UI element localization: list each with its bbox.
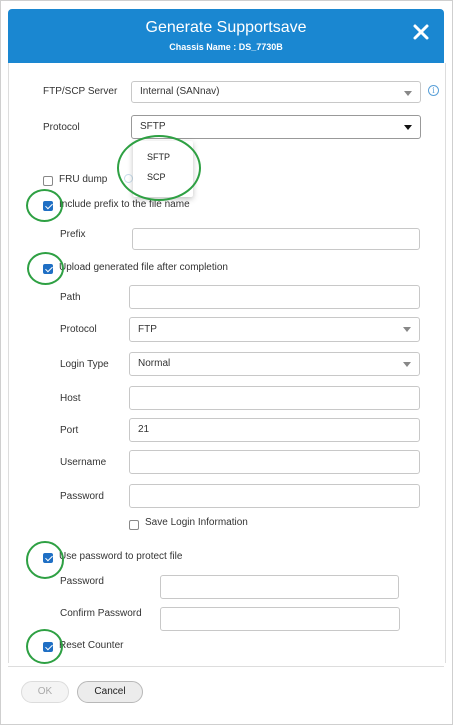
- username-label: Username: [60, 457, 107, 468]
- dialog-title: Generate Supportsave: [145, 19, 307, 36]
- reset-counter-label: Reset Counter: [59, 640, 124, 651]
- chevron-down-icon: [404, 91, 412, 96]
- server-value: Internal (SANnav): [140, 86, 220, 97]
- upload-checkbox[interactable]: [43, 264, 53, 274]
- protect-password-input[interactable]: [160, 575, 399, 599]
- save-login-label: Save Login Information: [145, 517, 248, 528]
- path-label: Path: [60, 292, 81, 303]
- include-prefix-label: Include prefix to the file name: [59, 199, 190, 210]
- cancel-button[interactable]: Cancel: [77, 681, 143, 703]
- server-label: FTP/SCP Server: [43, 86, 118, 97]
- upload-protocol-select[interactable]: FTP: [129, 317, 420, 342]
- password-input[interactable]: [129, 484, 420, 508]
- protocol-select[interactable]: SFTP: [131, 115, 421, 139]
- upload-protocol-value: FTP: [138, 324, 157, 335]
- upload-protocol-label: Protocol: [60, 324, 97, 335]
- confirm-password-label: Confirm Password: [60, 608, 142, 619]
- prefix-label: Prefix: [60, 229, 86, 240]
- port-label: Port: [60, 425, 79, 436]
- protocol-option-sftp[interactable]: SFTP: [147, 152, 170, 162]
- chevron-down-icon: [403, 327, 411, 332]
- info-icon: [124, 174, 133, 183]
- port-input[interactable]: 21: [129, 418, 420, 442]
- protocol-dropdown-menu: SFTP SCP: [133, 141, 193, 197]
- username-input[interactable]: [129, 450, 420, 474]
- path-input[interactable]: [129, 285, 420, 309]
- fru-dump-checkbox[interactable]: [43, 176, 53, 186]
- login-type-label: Login Type: [60, 359, 109, 370]
- close-icon[interactable]: [412, 23, 430, 41]
- reset-counter-checkbox[interactable]: [43, 642, 53, 652]
- server-select[interactable]: Internal (SANnav): [131, 81, 421, 103]
- generate-supportsave-dialog: Generate Supportsave Chassis Name : DS_7…: [0, 0, 453, 725]
- use-password-label: Use password to protect file: [59, 551, 183, 562]
- chevron-down-icon: [404, 125, 412, 130]
- prefix-input[interactable]: [132, 228, 420, 250]
- include-prefix-checkbox[interactable]: [43, 201, 53, 211]
- protocol-label: Protocol: [43, 122, 80, 133]
- host-input[interactable]: [129, 386, 420, 410]
- dialog-subtitle: Chassis Name : DS_7730B: [169, 42, 283, 52]
- protocol-option-scp[interactable]: SCP: [147, 172, 166, 182]
- footer-divider: [8, 666, 444, 667]
- dialog-header: Generate Supportsave Chassis Name : DS_7…: [8, 9, 444, 63]
- ok-button[interactable]: OK: [21, 681, 69, 703]
- protocol-value: SFTP: [140, 121, 166, 132]
- info-icon[interactable]: i: [428, 85, 439, 96]
- password-label: Password: [60, 491, 104, 502]
- login-type-select[interactable]: Normal: [129, 352, 420, 376]
- save-login-checkbox[interactable]: [129, 520, 139, 530]
- confirm-password-input[interactable]: [160, 607, 400, 631]
- protect-password-label: Password: [60, 576, 104, 587]
- host-label: Host: [60, 393, 81, 404]
- fru-dump-label: FRU dump: [59, 174, 108, 185]
- use-password-checkbox[interactable]: [43, 553, 53, 563]
- chevron-down-icon: [403, 362, 411, 367]
- upload-label: Upload generated file after completion: [59, 262, 228, 273]
- login-type-value: Normal: [138, 358, 171, 369]
